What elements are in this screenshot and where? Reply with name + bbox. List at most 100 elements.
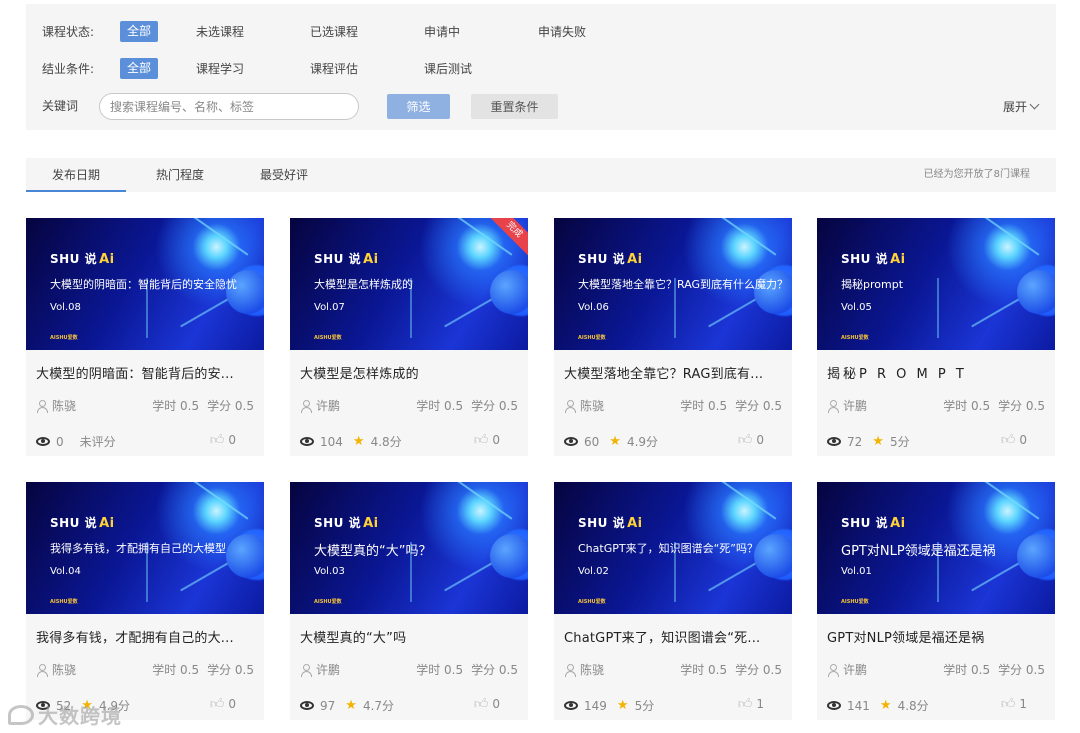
aishu-brand-logo: AISHU爱数 bbox=[841, 599, 869, 605]
course-card[interactable]: SHU 说 Ai 大模型的阴暗面：智能背后的安全隐忧 Vol.08 AISHU爱数大模型… bbox=[26, 218, 264, 456]
course-author: 陈骁 bbox=[564, 661, 604, 678]
like-count: 0 bbox=[228, 432, 236, 447]
course-title[interactable]: 大模型的阴暗面：智能背后的安... bbox=[36, 363, 256, 382]
tab-popularity[interactable]: 热门程度 bbox=[130, 158, 230, 192]
rating: 4.7分 bbox=[362, 699, 395, 713]
completion-option-test[interactable]: 课后测试 bbox=[424, 60, 538, 77]
tab-publish-date[interactable]: 发布日期 bbox=[26, 158, 126, 192]
course-title[interactable]: 大模型真的“大”吗 bbox=[300, 627, 520, 646]
course-thumbnail[interactable]: SHU 说 Ai 大模型是怎样炼成的 Vol.07 AISHU爱数 完成 bbox=[290, 218, 528, 350]
like-count: 0 bbox=[1019, 432, 1027, 447]
completion-filter-label: 结业条件: bbox=[42, 61, 95, 76]
course-title[interactable]: GPT对NLP领域是福还是祸 bbox=[827, 627, 1047, 646]
course-author: 许鹏 bbox=[827, 661, 867, 678]
completion-option-study[interactable]: 课程学习 bbox=[196, 60, 310, 77]
completion-option-all[interactable]: 全部 bbox=[120, 57, 158, 79]
view-count: 149 bbox=[584, 698, 607, 713]
course-card[interactable]: SHU 说 Ai 大模型落地全靠它？RAG到底有什么魔力？ Vol.06 AISHU爱数… bbox=[554, 218, 792, 456]
aishu-brand-logo: AISHU爱数 bbox=[314, 335, 342, 341]
credit-points: 学分 0.5 bbox=[735, 663, 782, 677]
course-card[interactable]: SHU 说 Ai 大模型真的“大”吗？ Vol.03 AISHU爱数大模型真的“大”吗许… bbox=[290, 482, 528, 720]
view-count: 104 bbox=[320, 434, 343, 449]
course-card[interactable]: SHU 说 Ai ChatGPT来了，知识图谱会“死”吗？ Vol.02 AISHU爱数… bbox=[554, 482, 792, 720]
course-card[interactable]: SHU 说 Ai GPT对NLP领域是福还是祸 Vol.01 AISHU爱数 GPT对NL… bbox=[817, 482, 1055, 720]
course-stats: 0 未评分 bbox=[36, 433, 116, 450]
volume-number: Vol.04 bbox=[50, 566, 81, 577]
status-option-unselected[interactable]: 未选课程 bbox=[196, 23, 310, 40]
author-name: 陈骁 bbox=[580, 399, 605, 413]
filter-button[interactable]: 筛选 bbox=[387, 94, 450, 119]
like-button[interactable]: 👍︎ 0 bbox=[1001, 431, 1027, 448]
like-button[interactable]: 👍︎ 1 bbox=[738, 695, 764, 712]
status-option-failed[interactable]: 申请失败 bbox=[538, 23, 652, 40]
view-count: 97 bbox=[320, 698, 336, 713]
shu-ai-logo: SHU 说 Ai bbox=[50, 516, 115, 531]
like-button[interactable]: 👍︎ 0 bbox=[210, 431, 236, 448]
thumbs-up-icon: 👍︎ bbox=[209, 432, 225, 448]
course-thumbnail[interactable]: SHU 说 Ai 大模型的阴暗面：智能背后的安全隐忧 Vol.08 AISHU爱数 bbox=[26, 218, 264, 350]
sort-bar: 发布日期 热门程度 最受好评 已经为您开放了8门课程 bbox=[26, 158, 1056, 192]
shu-ai-logo: SHU 说 Ai bbox=[314, 516, 379, 531]
tab-top-rated[interactable]: 最受好评 bbox=[234, 158, 334, 192]
eye-icon bbox=[36, 437, 50, 446]
course-card[interactable]: SHU 说 Ai 大模型是怎样炼成的 Vol.07 AISHU爱数 完成 大模型是怎样炼成的… bbox=[290, 218, 528, 456]
course-card[interactable]: SHU 说 Ai 我得多有钱，才配拥有自己的大模型 Vol.04 AISHU爱数我得多有… bbox=[26, 482, 264, 720]
course-credits: 学时 0.5 学分 0.5 bbox=[943, 397, 1045, 414]
light-beam bbox=[701, 218, 777, 256]
course-credits: 学时 0.5 学分 0.5 bbox=[416, 661, 518, 678]
status-option-applying[interactable]: 申请中 bbox=[424, 23, 538, 40]
course-stats: 72 ★ 5分 bbox=[827, 433, 910, 450]
star-icon: ★ bbox=[872, 434, 884, 449]
keyword-search-input[interactable] bbox=[99, 93, 359, 120]
course-thumbnail[interactable]: SHU 说 Ai GPT对NLP领域是福还是祸 Vol.01 AISHU爱数 bbox=[817, 482, 1055, 614]
credit-points: 学分 0.5 bbox=[998, 663, 1045, 677]
like-button[interactable]: 👍︎ 0 bbox=[738, 431, 764, 448]
course-author: 许鹏 bbox=[827, 397, 867, 414]
study-hours: 学时 0.5 bbox=[152, 399, 200, 413]
reset-conditions-button[interactable]: 重置条件 bbox=[471, 94, 558, 119]
course-title[interactable]: 揭秘P R O M P T bbox=[827, 363, 1047, 382]
completion-option-evaluation[interactable]: 课程评估 bbox=[310, 60, 424, 77]
status-option-selected[interactable]: 已选课程 bbox=[310, 23, 424, 40]
course-credits: 学时 0.5 学分 0.5 bbox=[152, 661, 254, 678]
course-thumbnail[interactable]: SHU 说 Ai 大模型落地全靠它？RAG到底有什么魔力？ Vol.06 AISHU爱数 bbox=[554, 218, 792, 350]
watermark-text: 大数跨境 bbox=[38, 704, 122, 728]
rating: 4.8分 bbox=[370, 435, 402, 449]
course-thumbnail[interactable]: SHU 说 Ai 大模型真的“大”吗？ Vol.03 AISHU爱数 bbox=[290, 482, 528, 614]
star-icon: ★ bbox=[345, 698, 357, 713]
view-count: 72 bbox=[847, 434, 863, 449]
course-author: 许鹏 bbox=[300, 661, 340, 678]
course-stats: 141 ★ 4.8分 bbox=[827, 697, 929, 714]
user-icon bbox=[564, 399, 576, 413]
volume-number: Vol.08 bbox=[50, 302, 81, 313]
aishu-brand-logo: AISHU爱数 bbox=[841, 335, 869, 341]
course-thumbnail[interactable]: SHU 说 Ai 揭秘prompt Vol.05 AISHU爱数 bbox=[817, 218, 1055, 350]
light-beam bbox=[173, 482, 249, 520]
view-count: 0 bbox=[56, 434, 64, 449]
course-card[interactable]: SHU 说 Ai 揭秘prompt Vol.05 AISHU爱数 揭秘P R O M P … bbox=[817, 218, 1055, 456]
thumbnail-title: 大模型是怎样炼成的 bbox=[314, 278, 413, 291]
credit-points: 学分 0.5 bbox=[735, 399, 782, 413]
expand-toggle[interactable]: 展开 bbox=[1003, 98, 1040, 115]
course-stats: 97 ★ 4.7分 bbox=[300, 697, 394, 714]
course-thumbnail[interactable]: SHU 说 Ai 我得多有钱，才配拥有自己的大模型 Vol.04 AISHU爱数 bbox=[26, 482, 264, 614]
shu-ai-logo: SHU 说 Ai bbox=[578, 252, 643, 267]
course-thumbnail[interactable]: SHU 说 Ai ChatGPT来了，知识图谱会“死”吗？ Vol.02 AISHU爱数 bbox=[554, 482, 792, 614]
sphere-decoration bbox=[490, 270, 528, 314]
status-filter-row: 课程状态: 全部 未选课程 已选课程 申请中 申请失败 bbox=[42, 19, 652, 43]
thumbs-up-icon: 👍︎ bbox=[737, 696, 753, 712]
like-button[interactable]: 👍︎ 0 bbox=[474, 431, 500, 448]
like-button[interactable]: 👍︎ 1 bbox=[1001, 695, 1027, 712]
course-title[interactable]: 我得多有钱，才配拥有自己的大... bbox=[36, 627, 256, 646]
course-title[interactable]: 大模型是怎样炼成的 bbox=[300, 363, 520, 382]
volume-number: Vol.05 bbox=[841, 302, 872, 313]
course-author: 许鹏 bbox=[300, 397, 340, 414]
status-option-all[interactable]: 全部 bbox=[120, 20, 158, 42]
thumbs-up-icon: 👍︎ bbox=[1000, 432, 1016, 448]
star-icon: ★ bbox=[352, 434, 365, 449]
like-button[interactable]: 👍︎ 0 bbox=[474, 695, 500, 712]
aishu-brand-logo: AISHU爱数 bbox=[578, 335, 606, 341]
like-button[interactable]: 👍︎ 0 bbox=[210, 695, 236, 712]
course-title[interactable]: 大模型落地全靠它？RAG到底有... bbox=[564, 363, 784, 382]
course-title[interactable]: ChatGPT来了，知识图谱会“死... bbox=[564, 627, 784, 646]
